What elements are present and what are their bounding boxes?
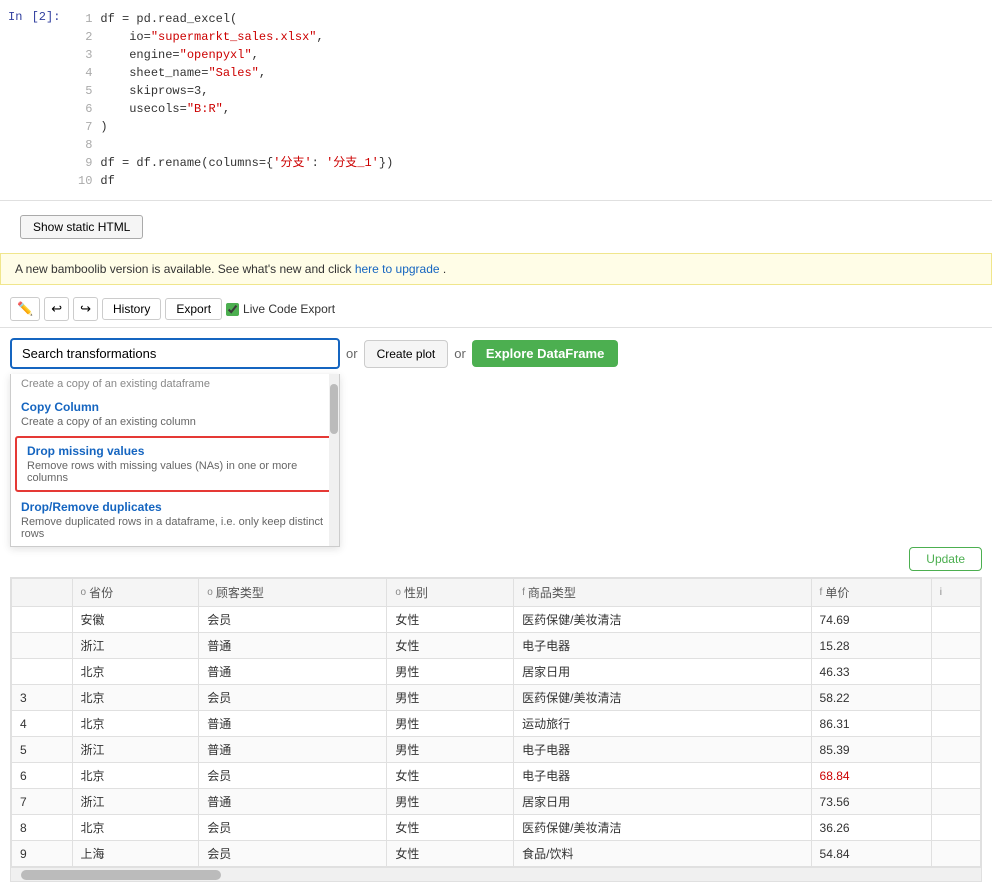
or-text-2: or [454, 346, 466, 361]
table-row: 4 北京 普通 男性 运动旅行 86.31 [12, 711, 981, 737]
col-header-price: f 单价 [811, 579, 931, 607]
table-row: 浙江 普通 女性 电子电器 15.28 [12, 633, 981, 659]
undo-button[interactable]: ↩ [44, 297, 69, 321]
dropdown-scrollbar[interactable] [329, 374, 339, 546]
data-table: o 省份 o 顾客类型 o 性别 f 商品类型 f 单价 i 安徽 会员 女性 [11, 578, 981, 867]
content-area: Create a copy of an existing dataframe C… [0, 328, 992, 892]
show-static-html-button[interactable]: Show static HTML [20, 215, 143, 239]
table-row: 8 北京 会员 女性 医药保健/美妆清洁 36.26 [12, 815, 981, 841]
dropdown-item[interactable]: Create a copy of an existing dataframe [11, 374, 339, 394]
create-plot-button[interactable]: Create plot [364, 340, 449, 368]
cell-label: In [2]: [0, 8, 68, 192]
data-table-wrapper: o 省份 o 顾客类型 o 性别 f 商品类型 f 单价 i 安徽 会员 女性 [10, 577, 982, 882]
export-button[interactable]: Export [165, 298, 222, 320]
toolbar: ✏️ ↩ ↪ History Export Live Code Export [0, 291, 992, 328]
upgrade-link[interactable]: here to upgrade [355, 262, 440, 276]
table-row: 安徽 会员 女性 医药保健/美妆清洁 74.69 [12, 607, 981, 633]
live-code-export-checkbox-label: Live Code Export [226, 302, 335, 316]
col-header-product: f 商品类型 [514, 579, 811, 607]
table-row: 7 浙江 普通 男性 居家日用 73.56 [12, 789, 981, 815]
update-row: Update [10, 543, 982, 577]
update-banner: A new bamboolib version is available. Se… [0, 253, 992, 285]
h-scroll-thumb [21, 870, 221, 880]
code-content: 1df = pd.read_excel( 2 io="supermarkt_sa… [68, 8, 992, 192]
horizontal-scrollbar[interactable] [11, 867, 981, 881]
redo-button[interactable]: ↪ [73, 297, 98, 321]
col-header-gender: o 性别 [387, 579, 514, 607]
col-header-customer: o 顾客类型 [199, 579, 387, 607]
table-row: 6 北京 会员 女性 电子电器 68.84 [12, 763, 981, 789]
col-header-i: i [931, 579, 980, 607]
live-code-export-checkbox[interactable] [226, 303, 239, 316]
dropdown-scroll[interactable]: Create a copy of an existing dataframe C… [11, 374, 339, 546]
table-row: 3 北京 会员 男性 医药保健/美妆清洁 58.22 [12, 685, 981, 711]
explore-dataframe-button[interactable]: Explore DataFrame [472, 340, 619, 367]
edit-icon-button[interactable]: ✏️ [10, 297, 40, 321]
dropdown-item-copy-column[interactable]: Copy Column Create a copy of an existing… [11, 394, 339, 434]
col-header-province: o 省份 [72, 579, 199, 607]
history-button[interactable]: History [102, 298, 161, 320]
search-row: Create a copy of an existing dataframe C… [10, 338, 982, 369]
table-row: 北京 普通 男性 居家日用 46.33 [12, 659, 981, 685]
dropdown-item-drop-duplicates[interactable]: Drop/Remove duplicates Remove duplicated… [11, 494, 339, 546]
table-row: 5 浙江 普通 男性 电子电器 85.39 [12, 737, 981, 763]
update-button[interactable]: Update [909, 547, 982, 571]
search-input[interactable] [10, 338, 340, 369]
dropdown-scrollbar-thumb [330, 384, 338, 434]
col-header-index [12, 579, 73, 607]
dropdown-item-drop-missing[interactable]: Drop missing values Remove rows with mis… [15, 436, 335, 492]
table-row: 9 上海 会员 女性 食品/饮料 54.84 [12, 841, 981, 867]
dropdown-list: Create a copy of an existing dataframe C… [10, 374, 340, 547]
or-text-1: or [346, 346, 358, 361]
